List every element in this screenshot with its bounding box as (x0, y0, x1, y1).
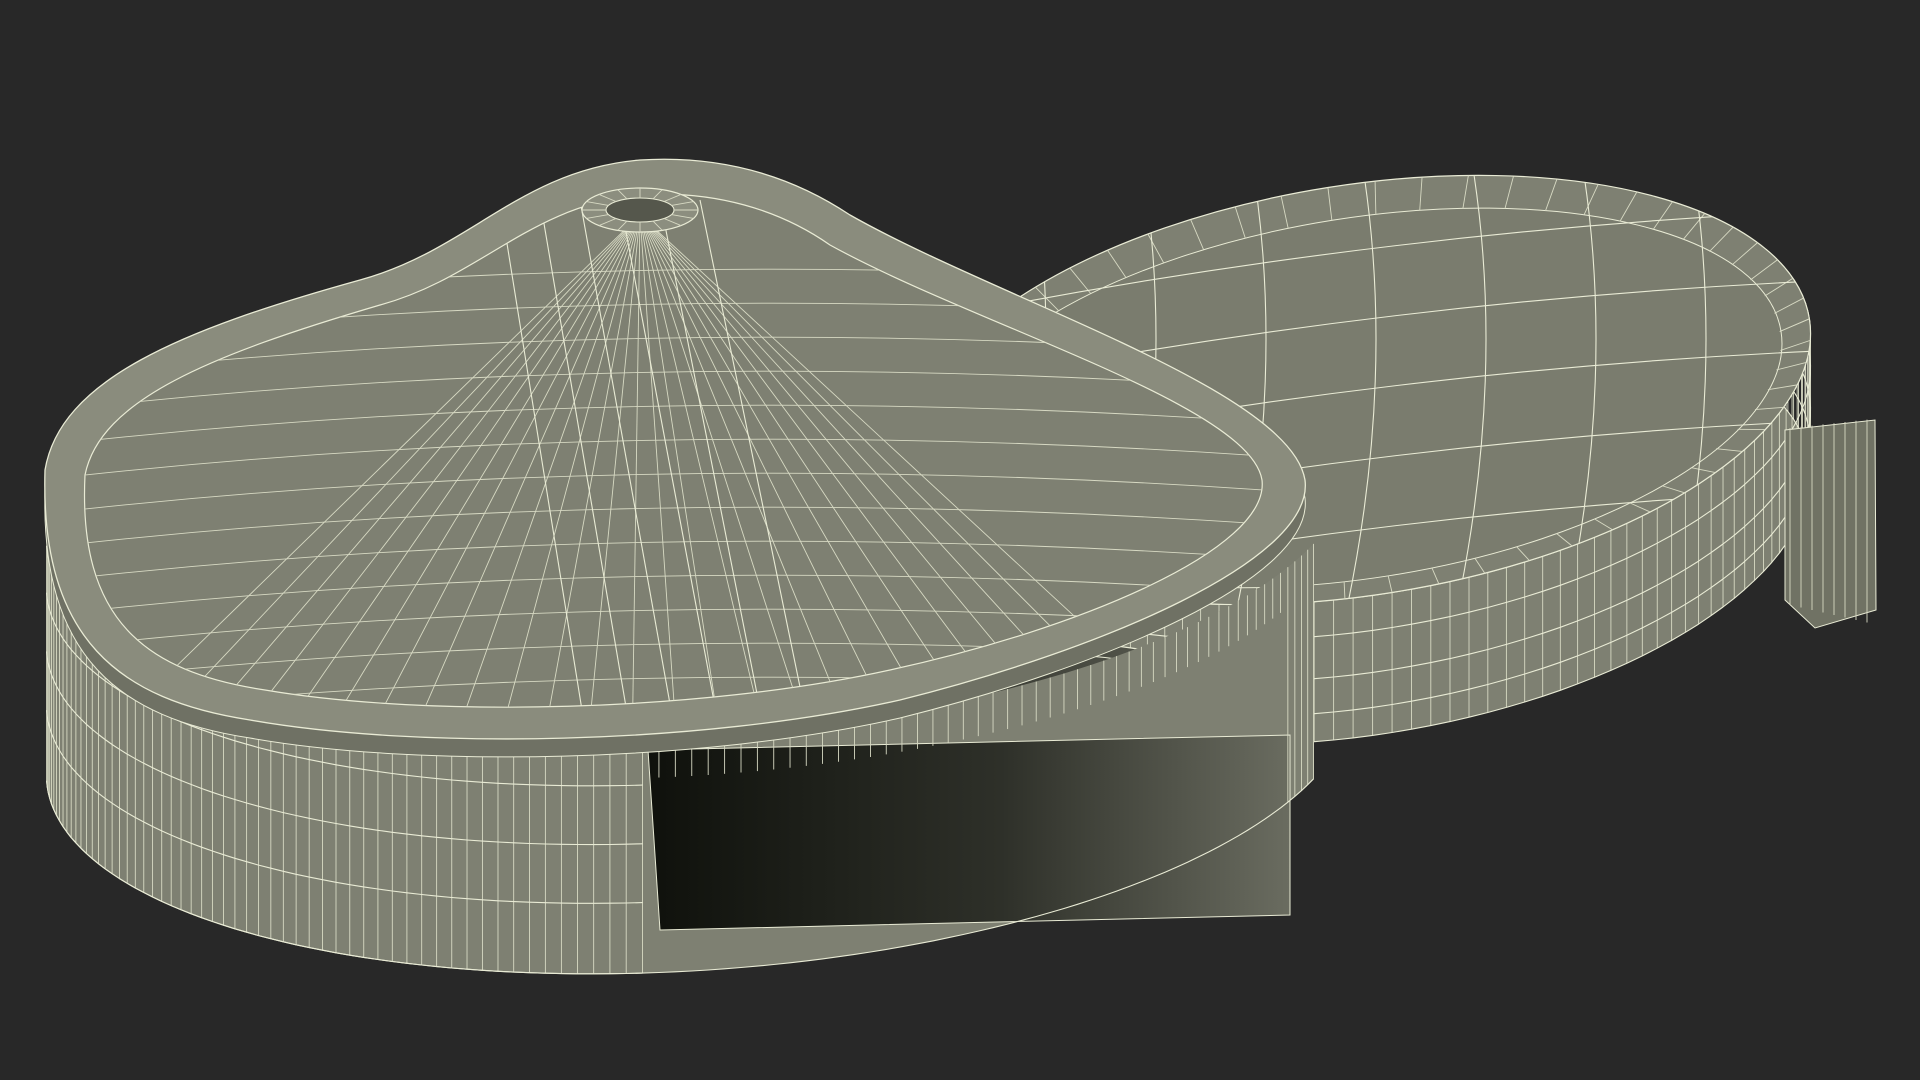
wireframe-model (44, 139, 1877, 975)
hinge-tab (1784, 419, 1877, 629)
hinge-hole (605, 197, 675, 223)
front-case-opening (647, 734, 1291, 931)
render-viewport (0, 0, 1920, 1080)
hinge-tab-body (1784, 419, 1877, 629)
